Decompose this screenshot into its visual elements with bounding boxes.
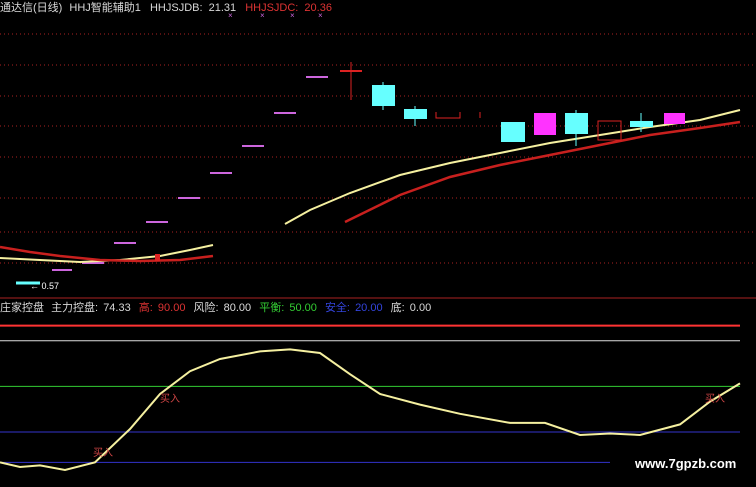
balance-label: 平衡: <box>259 301 284 314</box>
top-lines <box>0 109 741 264</box>
main-value: 74.33 <box>103 302 131 314</box>
min-label: ← 0.57 <box>30 281 59 291</box>
bottom-header: 庄家控盘 主力控盘: 74.33 高: 90.00 风险: 80.00 平衡: … <box>0 300 431 314</box>
main-label: 主力控盘: <box>51 300 98 314</box>
header-prefix: 通达信(日线) <box>0 0 62 14</box>
candle-body-up <box>597 120 622 141</box>
candle-body-down <box>630 121 653 127</box>
buy-label: 买入 <box>705 393 725 405</box>
buy-label: 买入 <box>160 393 180 405</box>
header-indicator: HHJ智能辅助1 <box>69 0 141 14</box>
candle-body-down <box>501 122 525 142</box>
marker-x: × <box>318 11 323 20</box>
marker-x: × <box>260 11 265 20</box>
bottom-level-value: 0.00 <box>410 302 431 314</box>
reference-lines <box>0 324 740 463</box>
bottom-level-label: 底: <box>391 300 405 314</box>
watermark: www.7gpzb.com <box>634 456 736 471</box>
candle-body-down <box>565 113 588 134</box>
safe-label: 安全: <box>325 300 350 314</box>
candle-body-up <box>435 112 461 119</box>
jdb-label: HHJSJDB: <box>150 2 203 14</box>
top-grid <box>0 33 756 264</box>
marker-x: × <box>228 11 233 20</box>
candle-body-magenta <box>664 113 685 124</box>
high-value: 90.00 <box>158 302 186 314</box>
candles <box>155 62 685 261</box>
candle-body-down <box>372 85 395 106</box>
risk-label: 风险: <box>194 300 219 314</box>
bottom-panel: 庄家控盘 主力控盘: 74.33 高: 90.00 风险: 80.00 平衡: … <box>0 300 741 472</box>
top-header: 通达信(日线) HHJ智能辅助1 HHJSJDB: 21.31 HHJSJDC:… <box>0 0 332 14</box>
series-line-hhjsjdc <box>344 120 741 224</box>
candle-body-magenta <box>534 113 556 135</box>
bottom-name: 庄家控盘 <box>0 300 44 314</box>
high-label: 高: <box>139 300 153 314</box>
safe-value: 20.00 <box>355 302 383 314</box>
balance-value: 50.00 <box>289 302 317 314</box>
marker-x: × <box>290 11 295 20</box>
candle-body-down <box>404 109 427 119</box>
step-dashes <box>20 76 328 284</box>
top-panel: 通达信(日线) HHJ智能辅助1 HHJSJDB: 21.31 HHJSJDC:… <box>0 0 756 291</box>
risk-value: 80.00 <box>224 302 252 314</box>
buy-label: 买入 <box>93 447 113 459</box>
chart-canvas: 通达信(日线) HHJ智能辅助1 HHJSJDB: 21.31 HHJSJDC:… <box>0 0 756 472</box>
candle-body-up <box>155 254 160 261</box>
